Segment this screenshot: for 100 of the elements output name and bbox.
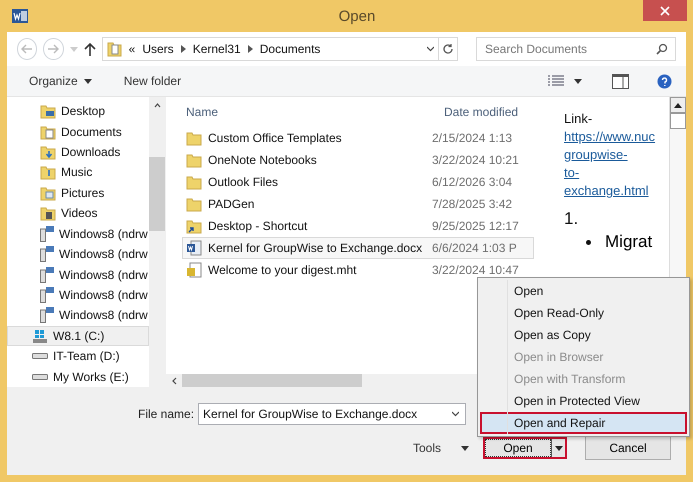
navigation-item[interactable]: My Works (E:) [7,366,149,387]
preview-number: 1. [564,209,580,229]
documents-icon [40,124,56,140]
preview-pane-button[interactable] [612,74,629,88]
menu-item[interactable]: Open in Protected View [480,390,687,412]
navigation-item[interactable]: Music [7,162,149,183]
menu-item[interactable]: Open as Copy [480,324,687,346]
scroll-up-icon [154,101,160,109]
column-header[interactable]: Name [166,105,428,119]
menu-item[interactable]: Open [480,280,687,302]
file-name: Desktop - Shortcut [208,219,308,233]
navigation-item[interactable]: Windows8 (ndrw [7,305,149,326]
breadcrumb[interactable]: Documents [260,42,320,56]
help-button[interactable] [657,74,672,88]
file-date: 7/28/2025 3:42 [432,197,512,211]
caret-icon [574,78,582,84]
navigation-item-label: Documents [61,124,122,139]
column-header[interactable]: Date modified [428,105,528,119]
dropdown-icon [452,410,460,418]
navigation-item[interactable]: Downloads [7,142,149,162]
navigation-item[interactable]: Videos [7,203,149,224]
file-row[interactable]: Custom Office Templates 2/15/2024 1:13 [182,127,534,149]
drive-icon [32,374,48,380]
cancel-button[interactable]: Cancel [585,436,672,460]
view-options-button[interactable] [548,75,582,87]
open-button[interactable]: Open [485,439,552,457]
file-row[interactable]: Welcome to your digest.mht 3/22/2024 10:47 [182,259,534,281]
window-title: Open [338,8,376,24]
refresh-button[interactable] [438,37,458,61]
folder-icon [186,130,202,146]
preview-link[interactable]: groupwise- [564,147,669,162]
breadcrumb[interactable]: Users [142,42,174,56]
chevron-icon [248,45,253,53]
network-drive-icon [40,287,54,303]
open-options-button[interactable] [551,439,566,457]
music-icon [40,164,56,180]
preview-link[interactable]: to- [564,165,669,180]
file-date: 3/22/2024 10:47 [432,263,519,277]
caret-icon [554,446,563,450]
preview-link[interactable]: https://www.nuc [564,129,669,144]
scrollbar[interactable] [149,97,165,387]
navigation-item[interactable]: Windows8 (ndrw [7,264,149,285]
navigation-item-label: Windows8 (ndrw [59,308,148,322]
navigation-item-label: IT-Team (D:) [53,349,120,364]
file-date: 6/12/2026 3:04 [432,175,512,189]
word-document-icon [186,240,202,256]
navigation-item-label: Pictures [61,186,104,200]
menu-item[interactable]: Open and Repair [480,412,687,434]
file-row[interactable]: OneNote Notebooks 3/22/2024 10:21 [182,149,534,171]
network-drive-icon [40,266,54,283]
caret-icon [84,78,92,84]
file-name-field[interactable]: Kernel for GroupWise to Exchange.docx [198,403,466,425]
search-field[interactable]: Search Documents [476,37,676,61]
network-drive-icon [40,307,54,324]
navigation-item[interactable]: Pictures [7,182,149,204]
desktop-icon [40,103,56,120]
back-arrow-icon [21,44,34,54]
navigation-item[interactable]: Desktop [7,101,149,122]
navigation-item-label: Windows8 (ndrw [59,247,148,262]
file-name: OneNote Notebooks [208,153,317,167]
caret-icon [461,446,470,450]
drive-icon [32,353,48,360]
file-date: 3/22/2024 10:21 [432,153,519,167]
folder-icon [186,196,202,212]
navigation-item-label: Videos [61,206,98,220]
navigation-item-label: Music [61,165,92,180]
navigation-item[interactable]: Windows8 (ndrw [7,224,149,244]
tools-menu[interactable]: Tools [409,439,474,457]
scroll-left-icon [170,376,178,384]
breadcrumb[interactable]: Kernel31 [192,42,241,56]
file-name: Outlook Files [208,175,278,189]
file-date: 6/6/2024 1:03 P [432,241,517,255]
file-date: 2/15/2024 1:13 [432,131,512,145]
organize-menu[interactable]: Organize [25,72,96,90]
windows-drive-icon [32,328,48,344]
navigation-item-label: Windows8 (ndrw [59,268,148,282]
file-row[interactable]: Outlook Files 6/12/2026 3:04 [182,171,534,193]
menu-item[interactable]: Open Read-Only [480,302,687,324]
pictures-icon [40,184,56,201]
file-row[interactable]: Kernel for GroupWise to Exchange.docx 6/6/2024 1:03 P [182,237,534,259]
scroll-thumb[interactable] [670,113,686,129]
navigation-item[interactable]: Documents [7,121,149,142]
new-folder-button[interactable]: New folder [120,72,186,90]
navigation-item[interactable]: Windows8 (ndrw [7,244,149,264]
file-row[interactable]: PADGen 7/28/2025 3:42 [182,193,534,215]
up-button[interactable] [84,42,96,56]
chevron-icon [180,45,186,53]
file-date: 9/25/2025 12:17 [432,219,519,233]
file-row[interactable]: Desktop - Shortcut 9/25/2025 12:17 [182,215,534,237]
navigation-item[interactable]: Windows8 (ndrw [7,284,149,306]
navigation-item[interactable]: IT-Team (D:) [7,346,149,366]
close-icon [660,6,670,16]
navigation-item[interactable]: W8.1 (C:) [7,326,149,346]
breadcrumb-overflow[interactable]: « [128,42,136,56]
close-button[interactable] [643,0,687,21]
preview-text: Migrat [605,232,652,252]
address-bar[interactable]: « Users Kernel31 Documents [102,37,439,61]
preview-link[interactable]: exchange.html [564,183,669,198]
file-name: Custom Office Templates [208,131,342,145]
navigation-item-label: W8.1 (C:) [53,328,104,343]
